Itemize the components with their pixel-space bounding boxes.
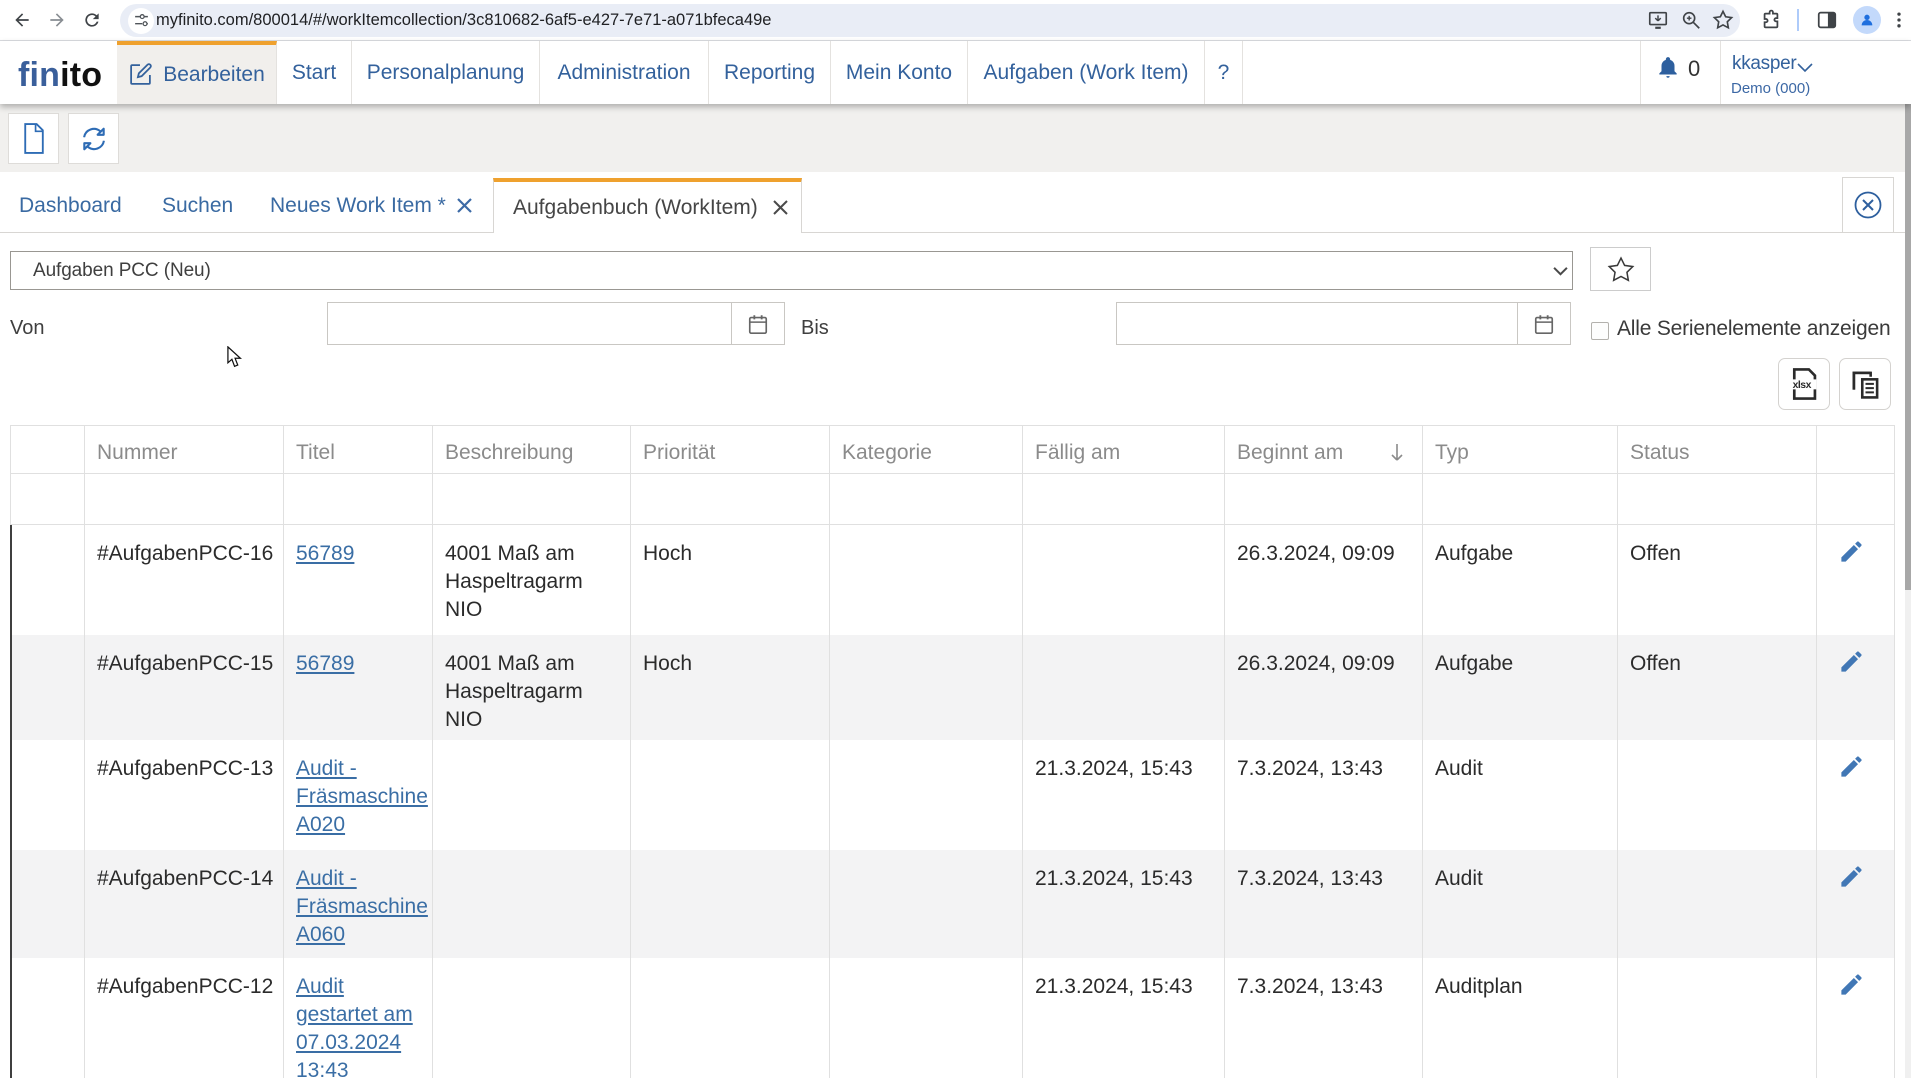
svg-text:xlsx: xlsx — [1793, 380, 1812, 391]
